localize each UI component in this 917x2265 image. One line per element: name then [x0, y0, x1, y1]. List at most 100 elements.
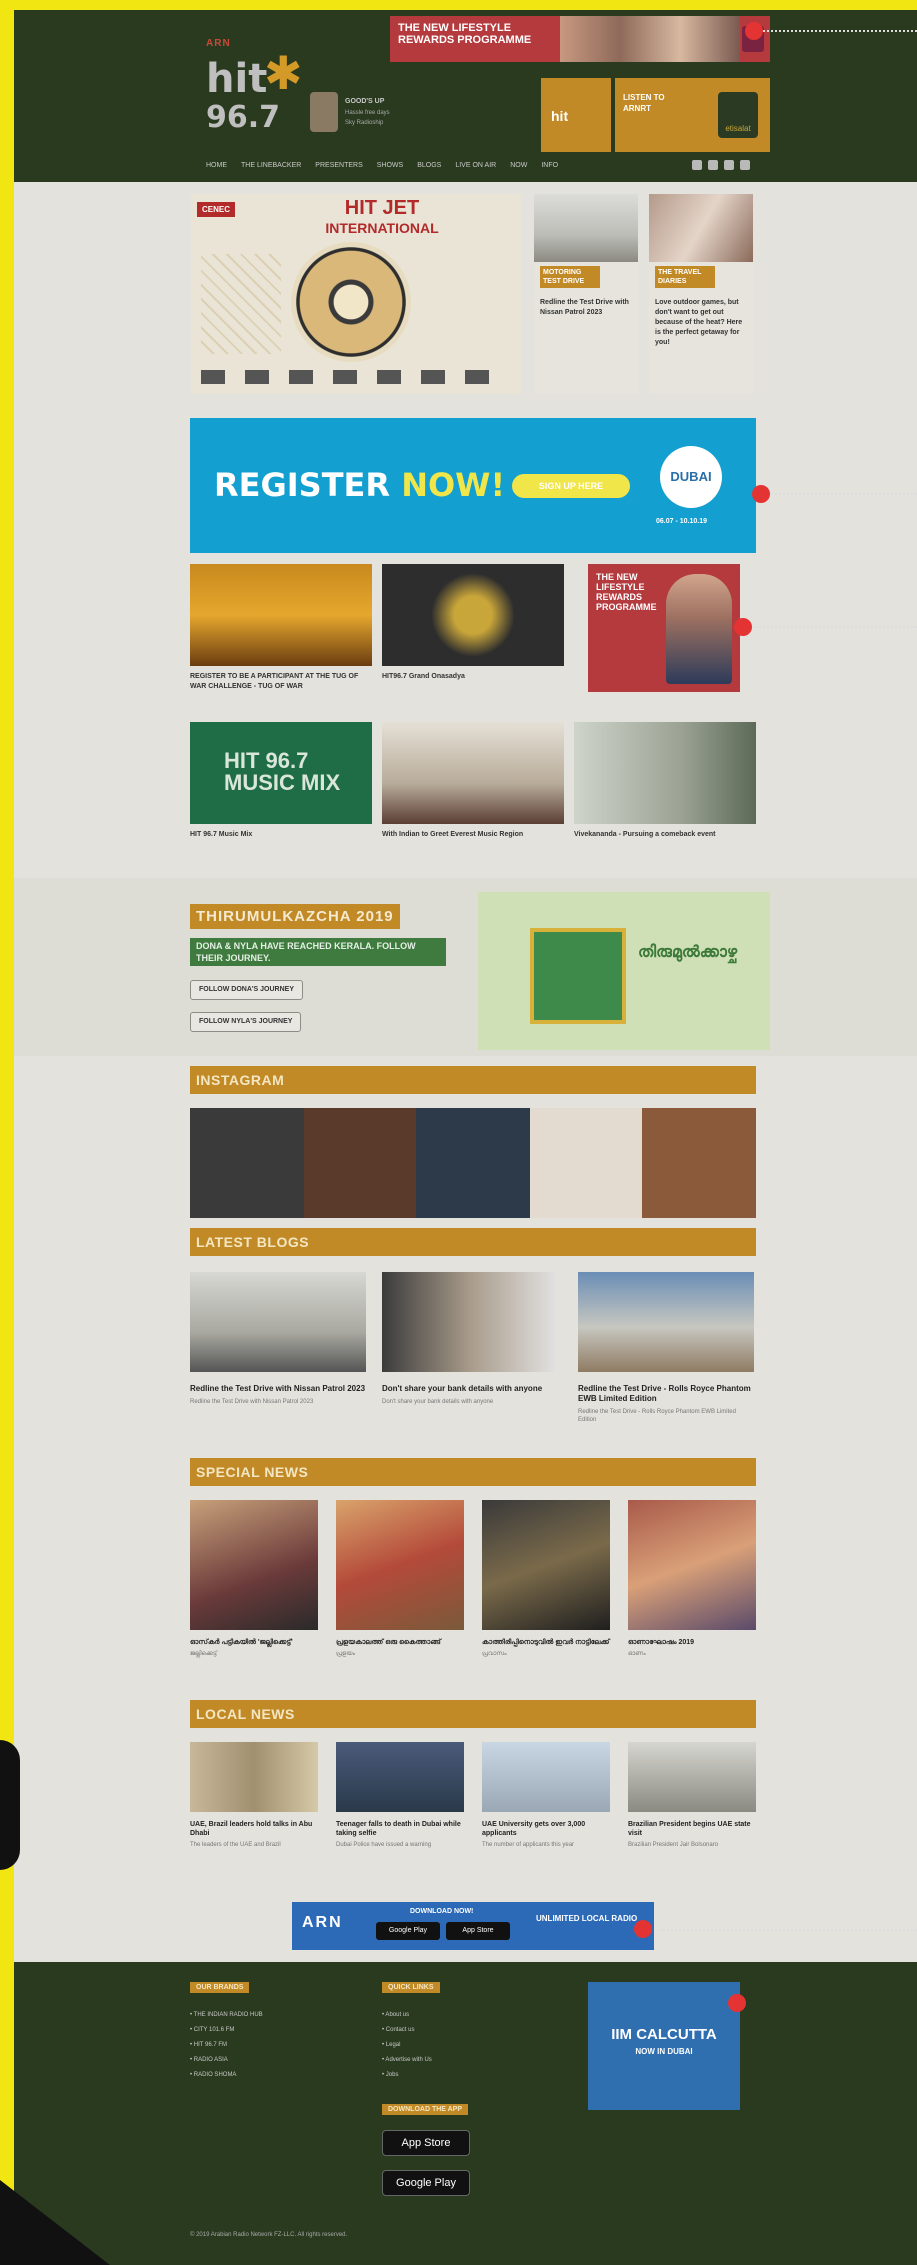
blog-card[interactable]: Don't share your bank details with anyon…: [382, 1272, 558, 1406]
news-title: ഓസ്‌കർ പട്ടികയിൽ 'ജല്ലിക്കെട്ട്': [190, 1639, 293, 1646]
hero-banner[interactable]: CENEC HIT JET INTERNATIONAL: [191, 194, 521, 394]
news-card[interactable]: ഓണാഘോഷം 2019 ഓണം: [628, 1500, 756, 1658]
side-ad-rewards[interactable]: THE NEW LIFESTYLE REWARDS PROGRAMME: [588, 564, 740, 692]
footer-link[interactable]: • About us: [382, 2008, 432, 2023]
app-download-banner[interactable]: ARN DOWNLOAD NOW! Google Play App Store …: [292, 1902, 654, 1950]
google-play-button[interactable]: Google Play: [382, 2170, 470, 2196]
nav-item-home[interactable]: HOME: [206, 162, 227, 176]
instagram-post[interactable]: [530, 1108, 642, 1218]
current-show-card[interactable]: GOOD'S UP Hassle free days Sky Radioship: [310, 92, 400, 136]
side-ad-text: THE NEW LIFESTYLE REWARDS PROGRAMME: [596, 572, 657, 612]
news-card[interactable]: കാത്തിരിപ്പിനൊടുവിൽ ഇവർ നാട്ടിലേക്ക് പ്ര…: [482, 1500, 610, 1658]
blog-meta: Redline the Test Drive - Rolls Royce Pha…: [578, 1409, 736, 1423]
news-image: [190, 1500, 318, 1630]
nav-item-live[interactable]: LIVE ON AIR: [455, 162, 496, 176]
listen-tile-text: LISTEN TO ARNRT: [623, 93, 665, 113]
youtube-icon[interactable]: [724, 160, 734, 170]
nav-item-shows[interactable]: SHOWS: [377, 162, 403, 176]
side-card-motoring[interactable]: MOTORING TEST DRIVE Redline the Test Dri…: [534, 194, 638, 394]
blog-meta: Redline the Test Drive with Nissan Patro…: [190, 1399, 314, 1405]
app-banner-tagline: UNLIMITED LOCAL RADIO: [536, 1914, 638, 1923]
logo-hit: hit: [206, 56, 268, 102]
site-footer: OUR BRANDS • THE INDIAN RADIO HUB • CITY…: [14, 1962, 917, 2265]
footer-link[interactable]: • Contact us: [382, 2023, 432, 2038]
marker-leader: [752, 626, 917, 628]
footer-link[interactable]: • HIT 96.7 FM: [190, 2038, 263, 2053]
nav-item-linebacker[interactable]: THE LINEBACKER: [241, 162, 301, 176]
blog-meta: Don't share your bank details with anyon…: [382, 1399, 494, 1405]
listen-tile[interactable]: LISTEN TO ARNRT etisalat: [615, 78, 770, 152]
thumb-vivekananda[interactable]: Vivekananda - Pursuing a comeback event: [574, 722, 756, 840]
soundcloud-icon[interactable]: [740, 160, 750, 170]
footer-link[interactable]: • RADIO ASIA: [190, 2053, 263, 2068]
thirumulkazcha-art[interactable]: തിരുമുൽക്കാഴ്ച: [478, 892, 770, 1050]
news-title: ഓണാഘോഷം 2019: [628, 1639, 695, 1646]
thumb-caption: Vivekananda - Pursuing a comeback event: [574, 831, 716, 838]
decorative-corner: [0, 2180, 110, 2265]
news-image: [628, 1500, 756, 1630]
register-headline: REGISTER NOW!: [214, 466, 506, 504]
news-title: കാത്തിരിപ്പിനൊടുവിൽ ഇവർ നാട്ടിലേക്ക്: [482, 1639, 610, 1646]
footer-link[interactable]: • THE INDIAN RADIO HUB: [190, 2008, 263, 2023]
hero-decoration: [201, 254, 281, 354]
etisalat-logo: etisalat: [718, 92, 758, 138]
thumb-tug-of-war[interactable]: REGISTER TO BE A PARTICIPANT AT THE TUG …: [190, 564, 372, 692]
blog-card[interactable]: Redline the Test Drive with Nissan Patro…: [190, 1272, 366, 1406]
facebook-icon[interactable]: [692, 160, 702, 170]
news-card[interactable]: UAE University gets over 3,000 applicant…: [482, 1742, 610, 1849]
news-card[interactable]: Teenager falls to death in Dubai while t…: [336, 1742, 464, 1849]
footer-link[interactable]: • RADIO SHOMA: [190, 2068, 263, 2083]
follow-dona-button[interactable]: FOLLOW DONA'S JOURNEY: [190, 980, 303, 1000]
nav-item-info[interactable]: INFO: [541, 162, 558, 176]
news-title: Teenager falls to death in Dubai while t…: [336, 1821, 461, 1837]
thirumulkazcha-section: THIRUMULKAZCHA 2019 DONA & NYLA HAVE REA…: [14, 878, 917, 1056]
news-card[interactable]: Brazilian President begins UAE state vis…: [628, 1742, 756, 1849]
google-play-badge[interactable]: Google Play: [376, 1922, 440, 1940]
news-card[interactable]: ഓസ്‌കർ പട്ടികയിൽ 'ജല്ലിക്കെട്ട്' ജല്ലിക്…: [190, 1500, 318, 1658]
instagram-icon[interactable]: [708, 160, 718, 170]
promo-tile[interactable]: hit: [541, 78, 611, 152]
iim-calcutta-ad[interactable]: IIM CALCUTTA NOW IN DUBAI: [588, 1982, 740, 2110]
footer-link[interactable]: • CITY 101.6 FM: [190, 2023, 263, 2038]
thirumulkazcha-art-text: തിരുമുൽക്കാഴ്ച: [638, 942, 738, 961]
top-ad-banner[interactable]: THE NEW LIFESTYLE REWARDS PROGRAMME: [390, 16, 770, 62]
nav-item-blogs[interactable]: BLOGS: [417, 162, 441, 176]
footer-link[interactable]: • Advertise with Us: [382, 2053, 432, 2068]
footer-link[interactable]: • Legal: [382, 2038, 432, 2053]
site-header: ARN hit 96.7 ✱ GOOD'S UP Hassle free day…: [14, 10, 917, 182]
blog-card[interactable]: Redline the Test Drive - Rolls Royce Pha…: [578, 1272, 754, 1424]
news-card[interactable]: പ്രളയകാലത്ത് ഒരു കൈത്താങ്ങ് പ്രളയം: [336, 1500, 464, 1658]
footer-link[interactable]: • Jobs: [382, 2068, 432, 2083]
instagram-post[interactable]: [642, 1108, 756, 1218]
site-logo[interactable]: ARN hit 96.7 ✱: [206, 38, 306, 135]
news-card[interactable]: UAE, Brazil leaders hold talks in Abu Dh…: [190, 1742, 318, 1849]
news-meta: ഓണം: [628, 1651, 646, 1657]
instagram-post[interactable]: [304, 1108, 416, 1218]
thumb-music-mix[interactable]: HIT 96.7 MUSIC MIX HIT 96.7 Music Mix: [190, 722, 372, 840]
follow-nyla-button[interactable]: FOLLOW NYLA'S JOURNEY: [190, 1012, 302, 1032]
thumb-image: [190, 564, 372, 666]
show-title: GOOD'S UP: [345, 98, 385, 105]
nav-item-presenters[interactable]: PRESENTERS: [315, 162, 362, 176]
ad-marker-dot: [752, 485, 770, 503]
instagram-post[interactable]: [416, 1108, 530, 1218]
news-meta: ജല്ലിക്കെട്ട്: [190, 1651, 217, 1657]
news-image: [336, 1742, 464, 1812]
side-card-travel[interactable]: THE TRAVEL DIARIES Love outdoor games, b…: [649, 194, 753, 394]
signup-button[interactable]: SIGN UP HERE: [512, 474, 630, 498]
thumb-image: [382, 564, 564, 666]
event-dates: 06.07 - 10.10.19: [656, 518, 707, 525]
instagram-post[interactable]: [190, 1108, 304, 1218]
sponsor-logo: [245, 370, 269, 384]
news-image: [482, 1500, 610, 1630]
news-meta: Dubai Police have issued a warning: [336, 1842, 432, 1848]
app-store-badge[interactable]: App Store: [446, 1922, 510, 1940]
register-banner[interactable]: REGISTER NOW! SIGN UP HERE DUBAI 06.07 -…: [190, 418, 756, 553]
thumb-music-region[interactable]: With Indian to Greet Everest Music Regio…: [382, 722, 564, 840]
ad-marker-dot: [734, 618, 752, 636]
nav-item-now[interactable]: NOW: [510, 162, 527, 176]
thumb-image: [382, 722, 564, 824]
decorative-shape: [0, 1740, 20, 1870]
thumb-onasadya[interactable]: HIT96.7 Grand Onasadya: [382, 564, 564, 682]
app-store-button[interactable]: App Store: [382, 2130, 470, 2156]
